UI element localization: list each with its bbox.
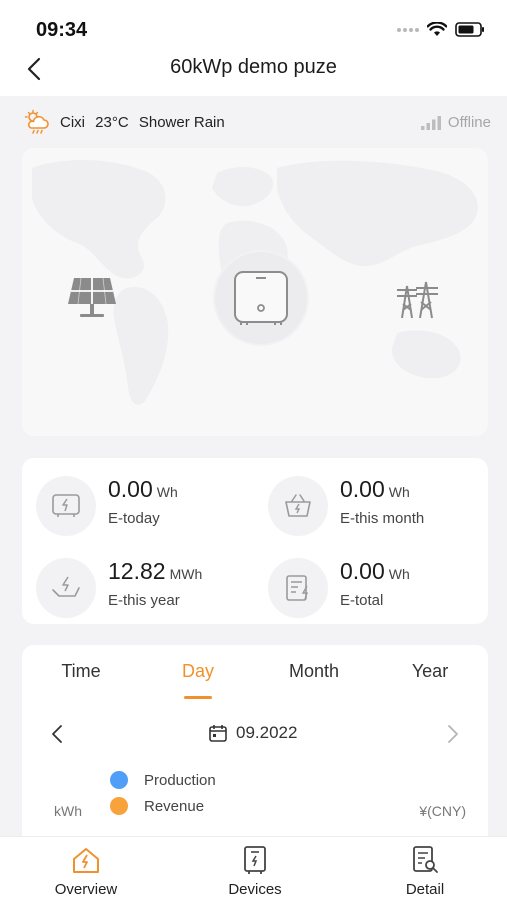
- selected-date: 09.2022: [236, 723, 298, 742]
- stat-value: 12.82: [108, 558, 166, 584]
- stat-value: 0.00: [340, 558, 385, 584]
- stat-e-this-month[interactable]: 0.00 Wh E-this month: [260, 470, 480, 536]
- status-icons: [397, 22, 485, 37]
- weather-condition: Shower Rain: [138, 114, 225, 131]
- inverter-icon: [234, 271, 288, 325]
- basket-energy-icon: [268, 476, 328, 536]
- offline-label: Offline: [447, 114, 491, 131]
- chevron-left-icon: [52, 725, 62, 743]
- page-title: 60kWp demo puze: [170, 56, 337, 78]
- stat-unit: MWh: [169, 566, 203, 582]
- stat-e-today[interactable]: 0.00 Wh E-today: [28, 470, 248, 536]
- stat-e-this-year[interactable]: 12.82 MWh E-this year: [28, 552, 248, 618]
- legend-revenue[interactable]: Revenue: [110, 797, 204, 815]
- stat-label: E-total: [340, 592, 384, 609]
- nav-label: Devices: [228, 881, 282, 898]
- stat-label: E-today: [108, 510, 160, 527]
- active-tab-indicator: [184, 696, 212, 699]
- inverter-node[interactable]: [215, 252, 307, 344]
- tab-year[interactable]: Year: [375, 661, 485, 682]
- nav-devices[interactable]: Devices: [195, 843, 315, 898]
- nav-detail[interactable]: Detail: [365, 843, 485, 898]
- solar-panel-icon: [68, 277, 116, 317]
- legend-label: Revenue: [144, 797, 205, 815]
- energy-chart-card: Time Day Month Year 09.2022 Production R…: [22, 645, 488, 855]
- stat-unit: Wh: [156, 484, 178, 500]
- previous-period-button[interactable]: [44, 719, 70, 749]
- next-period-button[interactable]: [440, 719, 466, 749]
- power-tower-icon: [397, 281, 438, 319]
- tab-month[interactable]: Month: [259, 661, 369, 682]
- chevron-right-icon: [448, 725, 458, 743]
- calendar-icon: [209, 725, 227, 742]
- legend-production[interactable]: Production: [110, 771, 216, 789]
- shower-rain-icon: [24, 109, 49, 134]
- date-picker[interactable]: 09.2022: [208, 723, 297, 743]
- cellular-signal-icon: [397, 27, 419, 32]
- home-energy-icon: [73, 848, 99, 873]
- stat-value: 0.00: [340, 476, 385, 502]
- legend-dot-production: [110, 771, 128, 789]
- detail-doc-icon: [413, 846, 438, 873]
- connection-status: Offline: [420, 114, 491, 131]
- nav-overview[interactable]: Overview: [26, 843, 146, 898]
- nav-label: Overview: [54, 881, 118, 898]
- legend-label: Production: [144, 771, 216, 789]
- stat-label: E-this month: [340, 510, 425, 527]
- stat-label: E-this year: [108, 592, 180, 609]
- inverter-energy-icon: [36, 476, 96, 536]
- signal-bars-icon: [420, 115, 441, 130]
- weather-row: Cixi 23°C Shower Rain Offline: [0, 97, 507, 145]
- battery-icon: [455, 22, 484, 37]
- stat-unit: Wh: [388, 484, 410, 500]
- nav-label: Detail: [405, 881, 445, 898]
- period-tabs: Time Day Month Year: [22, 661, 488, 701]
- stat-value: 0.00: [108, 476, 153, 502]
- wifi-icon: [427, 22, 447, 36]
- left-axis-unit: kWh: [54, 803, 82, 819]
- right-axis-unit: ¥(CNY): [419, 803, 466, 819]
- status-bar: 09:34: [0, 0, 507, 46]
- bottom-nav: Overview Devices Detail: [0, 836, 507, 900]
- weather-summary: Cixi 23°C Shower Rain: [60, 114, 231, 131]
- weather-city: Cixi: [60, 114, 85, 131]
- stat-unit: Wh: [388, 566, 410, 582]
- report-energy-icon: [268, 558, 328, 618]
- energy-flow-card: [22, 148, 488, 436]
- weather-temperature: 23°C: [95, 114, 129, 131]
- date-selector: 09.2022: [22, 719, 488, 749]
- app-screen: 09:34 60kWp demo puze Cixi 23°C Shower R…: [0, 0, 507, 900]
- device-icon: [244, 846, 266, 874]
- hand-energy-icon: [36, 558, 96, 618]
- tab-day[interactable]: Day: [143, 661, 253, 682]
- stat-e-total[interactable]: 0.00 Wh E-total: [260, 552, 480, 618]
- legend-dot-revenue: [110, 797, 128, 815]
- status-time: 09:34: [36, 19, 88, 41]
- tab-time[interactable]: Time: [26, 661, 136, 682]
- nav-bar: 60kWp demo puze: [0, 46, 507, 96]
- energy-stats-card: 0.00 Wh E-today 0.00 Wh E-this month 12.…: [22, 458, 488, 624]
